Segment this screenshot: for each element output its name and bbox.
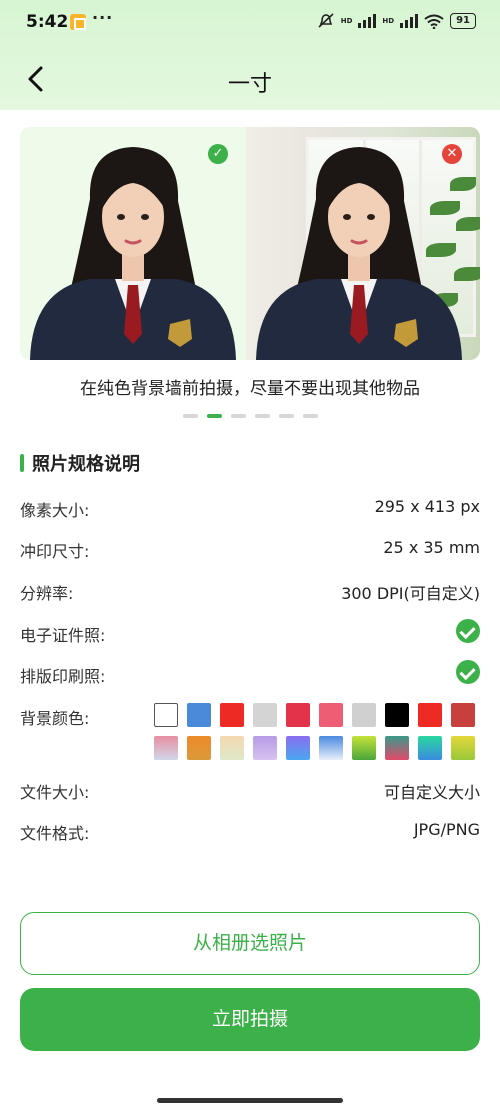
take-photo-button[interactable]: 立即拍摄 [20,988,480,1051]
carousel-dot[interactable] [278,414,294,418]
signal-icon-2 [400,14,419,28]
resolution-label: 分辨率: [20,584,74,603]
carousel-dot[interactable] [230,414,246,418]
spec-row-resolution: 分辨率: 300 DPI(可自定义) [20,580,480,608]
notification-app-icon [70,14,86,30]
color-swatch[interactable] [286,703,310,727]
mute-icon [318,13,334,28]
color-swatch[interactable] [418,703,442,727]
wifi-icon [424,14,444,29]
color-swatch[interactable] [286,736,310,760]
background-color-swatches [154,703,480,760]
carousel-dot[interactable] [182,414,198,418]
color-swatch[interactable] [187,703,211,727]
color-swatch[interactable] [187,736,211,760]
file-size-value: 可自定义大小 [383,783,480,802]
color-swatch[interactable] [352,703,376,727]
correct-check-icon: ✓ [208,144,228,164]
digital-photo-label: 电子证件照: [20,626,106,645]
page-title: 一寸 [227,72,272,97]
spec-row-layout-print: 排版印刷照: [20,660,480,691]
color-swatch[interactable] [451,736,475,760]
color-swatch[interactable] [253,703,277,727]
color-swatch[interactable] [418,736,442,760]
nav-bar: 一寸 [0,50,500,110]
bg-color-label: 背景颜色: [20,709,90,728]
resolution-value: 300 DPI(可自定义) [341,584,480,603]
status-time: 5:42 [26,12,69,32]
status-icons: HD HD 91 [317,13,476,29]
color-swatch[interactable] [220,703,244,727]
spec-section-title: 照片规格说明 [20,450,140,476]
spec-row-file-size: 文件大小: 可自定义大小 [20,779,480,807]
color-swatch[interactable] [319,703,343,727]
carousel-dot[interactable] [254,414,270,418]
print-size-value: 25 x 35 mm [383,538,480,557]
color-swatch[interactable] [319,736,343,760]
spec-row-pixel-size: 像素大小: 295 x 413 px [20,497,480,525]
signal-icon-1 [358,14,377,28]
print-size-label: 冲印尺寸: [20,542,90,561]
portrait-illustration [256,147,462,360]
hd-label-2: HD [382,16,395,25]
photo-tip-caption: 在纯色背景墙前拍摄，尽量不要出现其他物品 [80,379,420,399]
spec-row-file-format: 文件格式: JPG/PNG [20,820,480,848]
carousel-pagination [0,414,500,418]
color-swatch[interactable] [352,736,376,760]
spec-row-digital-photo: 电子证件照: [20,619,480,650]
example-photo-carousel[interactable]: ✓ ✕ [20,127,480,360]
incorrect-cross-icon: ✕ [442,144,462,164]
color-swatch[interactable] [220,736,244,760]
section-title-text: 照片规格说明 [32,454,140,475]
check-circle-icon [456,619,480,643]
carousel-dot[interactable] [302,414,318,418]
more-notifications-icon: ··· [92,8,114,27]
home-indicator[interactable] [157,1098,343,1103]
color-swatch[interactable] [154,736,178,760]
status-bar: 5:42 ··· HD HD 91 [0,0,500,48]
file-size-label: 文件大小: [20,783,90,802]
file-format-value: JPG/PNG [413,820,480,839]
hd-label-1: HD [340,16,353,25]
file-format-label: 文件格式: [20,824,90,843]
color-swatch[interactable] [385,736,409,760]
correct-example-photo: ✓ [20,127,246,360]
incorrect-example-photo: ✕ [246,127,480,360]
color-swatch[interactable] [253,736,277,760]
pixel-size-label: 像素大小: [20,501,90,520]
spec-row-print-size: 冲印尺寸: 25 x 35 mm [20,538,480,566]
color-swatch[interactable] [385,703,409,727]
color-swatch[interactable] [154,703,178,727]
layout-print-label: 排版印刷照: [20,667,106,686]
color-swatch[interactable] [451,703,475,727]
pixel-size-value: 295 x 413 px [374,497,480,516]
portrait-illustration [30,147,236,360]
carousel-dot[interactable] [206,414,222,418]
section-accent-bar [20,454,24,472]
choose-from-album-button[interactable]: 从相册选照片 [20,912,480,975]
battery-icon: 91 [450,13,476,29]
check-circle-icon [456,660,480,684]
